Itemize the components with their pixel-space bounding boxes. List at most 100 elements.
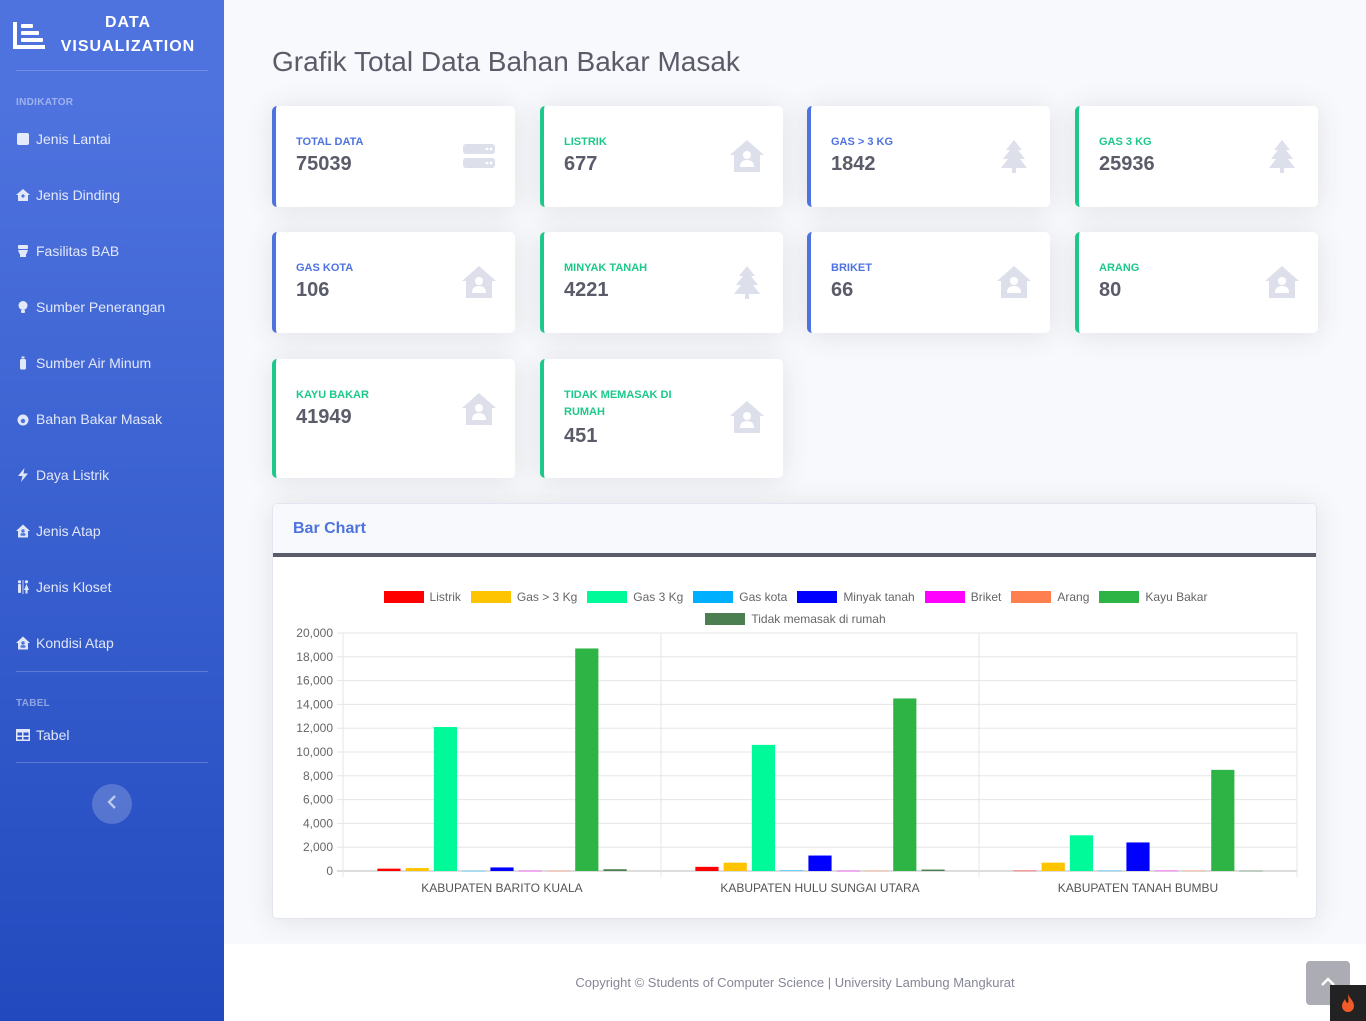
bar (1041, 862, 1065, 871)
stat-card-value: 75039 (296, 153, 352, 175)
sidebar-item-bahan-bakar-masak[interactable]: Bahan Bakar Masak (0, 391, 224, 447)
stat-card-label: LISTRIK (564, 136, 607, 148)
bar (864, 870, 889, 872)
house-user-icon (996, 264, 1032, 300)
stat-card-total-data: TOTAL DATA 75039 (272, 106, 515, 207)
sidebar-item-jenis-dinding[interactable]: Jenis Dinding (0, 167, 224, 223)
y-tick-label: 0 (326, 864, 333, 878)
stat-card-value: 4221 (564, 279, 609, 301)
bar (546, 870, 571, 872)
square-icon (16, 132, 30, 146)
sidebar-heading-tabel: TABEL (16, 698, 51, 709)
bolt-icon (16, 468, 30, 482)
stat-card-arang: ARANG 80 (1075, 232, 1318, 333)
bar (1154, 870, 1178, 872)
sidebar-item-jenis-atap[interactable]: Jenis Atap (0, 503, 224, 559)
stat-card-label: GAS KOTA (296, 262, 354, 274)
stat-card-label: GAS > 3 KG (831, 136, 894, 148)
sidebar-item-label: Fasilitas BAB (36, 243, 120, 259)
house-user-icon (729, 138, 765, 174)
y-tick-label: 10,000 (296, 745, 333, 759)
sidebar-item-sumber-air-minum[interactable]: Sumber Air Minum (0, 335, 224, 391)
sidebar-item-kondisi-atap[interactable]: Kondisi Atap (0, 615, 224, 671)
stat-card-label: KAYU BAKAR (296, 389, 369, 401)
y-tick-label: 16,000 (296, 674, 333, 688)
stat-card-label: GAS 3 KG (1099, 136, 1152, 148)
sidebar-item-sumber-penerangan[interactable]: Sumber Penerangan (0, 279, 224, 335)
brand-line-1: DATA (104, 14, 152, 31)
sidebar-brand[interactable]: DATA VISUALIZATION (0, 0, 224, 70)
stat-card-briket: BRIKET 66 (807, 232, 1050, 333)
bar (1239, 870, 1263, 872)
bar (1069, 835, 1094, 871)
table-icon (16, 728, 30, 742)
x-tick-label: KABUPATEN HULU SUNGAI UTARA (720, 881, 919, 895)
stat-card-value: 451 (564, 425, 598, 447)
bar (603, 869, 627, 871)
bar (575, 648, 599, 871)
sidebar-item-label: Sumber Penerangan (36, 299, 166, 315)
bar (893, 698, 917, 871)
y-tick-label: 4,000 (303, 816, 333, 830)
restroom-icon (16, 580, 30, 594)
y-tick-label: 6,000 (303, 793, 333, 807)
house-icon (16, 188, 30, 202)
stat-card-value: 677 (564, 153, 598, 175)
sidebar-item-label: Jenis Kloset (36, 579, 112, 595)
bar (1211, 769, 1235, 871)
bar (377, 868, 401, 871)
y-tick-label: 14,000 (296, 697, 333, 711)
sidebar-heading-indikator: INDIKATOR (16, 97, 74, 108)
bar (1126, 842, 1150, 871)
footer: Copyright © Students of Computer Science… (224, 944, 1366, 1021)
house-user-icon (461, 264, 497, 300)
bar (751, 744, 776, 871)
chevron-left-icon (107, 794, 117, 814)
x-tick-label: KABUPATEN BARITO KUALA (421, 881, 582, 895)
footer-copyright: Copyright © Students of Computer Science… (575, 975, 1015, 990)
bar (490, 867, 514, 871)
stat-card-minyak-tanah: MINYAK TANAH 4221 (540, 232, 783, 333)
bar (1182, 870, 1207, 872)
y-tick-label: 12,000 (296, 721, 333, 735)
stat-card-value: 66 (831, 279, 854, 301)
house-user-icon (1264, 264, 1300, 300)
sidebar-item-label: Sumber Air Minum (36, 355, 152, 371)
sidebar-item-fasilitas-bab[interactable]: Fasilitas BAB (0, 223, 224, 279)
sidebar-item-label: Kondisi Atap (36, 635, 114, 651)
bar-chart-card: Bar Chart Listrik Gas > 3 Kg Gas 3 Kg Gas k… (272, 503, 1317, 919)
sidebar-item-jenis-kloset[interactable]: Jenis Kloset (0, 559, 224, 615)
y-tick-label: 18,000 (296, 650, 333, 664)
stat-card-value: 1842 (831, 153, 876, 175)
lightbulb-icon (16, 300, 30, 314)
bar (462, 870, 486, 872)
sidebar: DATA VISUALIZATION INDIKATOR Jenis Lanta… (0, 0, 224, 1021)
sidebar-item-label: Bahan Bakar Masak (36, 411, 163, 427)
bar (780, 870, 804, 871)
sidebar-item-daya-listrik[interactable]: Daya Listrik (0, 447, 224, 503)
bottle-icon (16, 356, 30, 370)
sidebar-item-tabel[interactable]: Tabel (0, 712, 224, 758)
bar (405, 868, 429, 871)
tree-icon (1264, 138, 1300, 174)
bar (808, 855, 832, 871)
stat-card-gas-kota: GAS KOTA 106 (272, 232, 515, 333)
bar-chart: 20,000 18,000 16,000 14,000 12,000 10,000 8,00… (296, 626, 1298, 895)
stat-card-value: 80 (1099, 279, 1122, 301)
tree-icon (729, 264, 765, 300)
stat-card-tidak-memasak-di-rumah: TIDAK MEMASAK DI RUMAH 451 (540, 359, 783, 478)
stat-card-value: 41949 (296, 406, 352, 428)
house-user-icon (729, 399, 765, 435)
sidebar-item-jenis-lantai[interactable]: Jenis Lantai (0, 111, 224, 167)
stat-card-gas-3-kg: GAS 3 KG 25936 (1075, 106, 1318, 207)
y-tick-label: 2,000 (303, 840, 333, 854)
sidebar-item-label: Tabel (36, 727, 70, 743)
fire-icon (16, 412, 30, 426)
y-tick-label: 8,000 (303, 769, 333, 783)
brand-line-2: VISUALIZATION (60, 38, 196, 55)
stat-card-label: ARANG (1099, 262, 1140, 274)
main-content: Grafik Total Data Bahan Bakar Masak TOTA… (224, 0, 1366, 1021)
sidebar-toggle-button[interactable] (92, 784, 132, 824)
tree-icon (996, 138, 1032, 174)
sidebar-item-label: Jenis Atap (36, 523, 101, 539)
